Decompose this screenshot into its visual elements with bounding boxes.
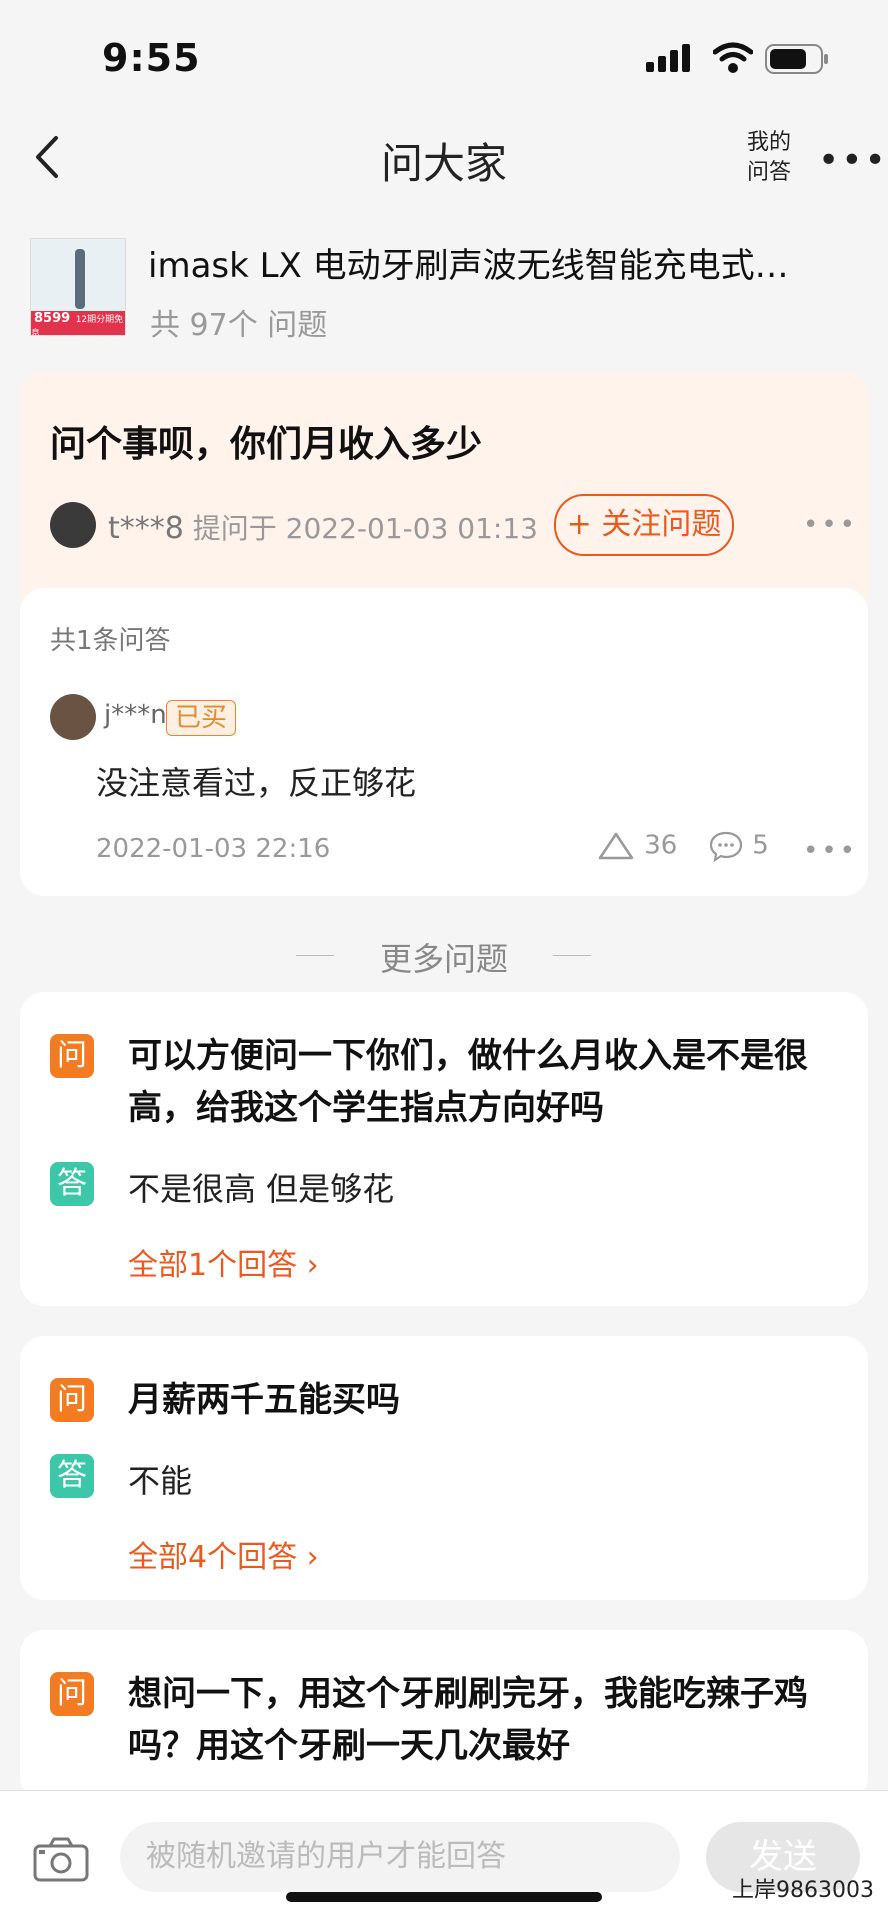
my-qa-label-1: 我的 — [746, 130, 791, 155]
question-card — [20, 372, 868, 602]
answer-input[interactable]: 被随机邀请的用户才能回答 — [120, 1822, 680, 1892]
answerer-avatar[interactable] — [50, 694, 96, 740]
more-question-title: 可以方便问一下你们，做什么月收入是不是很高，给我这个学生指点方向好吗 — [128, 1036, 808, 1128]
comment-button[interactable]: 5 — [708, 830, 769, 863]
camera-icon[interactable] — [32, 1836, 90, 1884]
home-indicator[interactable] — [286, 1892, 602, 1902]
question-count: 共 97个 问题 — [150, 308, 328, 343]
answerer-name[interactable]: j***n — [104, 700, 167, 730]
answer-count: 共1条问答 — [50, 626, 171, 656]
question-badge: 问 — [50, 1672, 94, 1716]
answer-text: 没注意看过，反正够花 — [96, 764, 417, 802]
answer-more-icon[interactable]: ••• — [803, 836, 858, 866]
like-button[interactable]: 36 — [596, 830, 677, 862]
asker-info: t***8 提问于 2022-01-03 01:13 — [108, 507, 538, 547]
question-title: 问个事呗，你们月收入多少 — [50, 424, 483, 465]
like-count: 36 — [644, 830, 678, 861]
bought-badge: 已买 — [166, 700, 237, 736]
wifi-icon — [713, 42, 753, 73]
product-title[interactable]: imask LX 电动牙刷声波无线智能充电式… — [148, 238, 828, 287]
all-answers-label: 全部1个回答 — [128, 1248, 298, 1283]
toothbrush-image — [75, 249, 85, 309]
more-question-title: 月薪两千五能买吗 — [128, 1380, 400, 1420]
status-time: 9:55 — [102, 36, 201, 80]
asked-time: 提问于 2022-01-03 01:13 — [192, 512, 538, 545]
watermark: 上岸9863003 — [732, 1878, 874, 1903]
my-qa-label-2: 问答 — [746, 160, 791, 185]
thumbnail-price: 8599 — [34, 311, 71, 326]
all-answers-link[interactable]: 全部4个回答 › — [128, 1532, 319, 1576]
more-answer-text: 不是很高 但是够花 — [128, 1170, 395, 1208]
more-menu-icon[interactable]: ••• — [818, 140, 888, 181]
comment-icon — [709, 831, 743, 863]
answer-badge: 答 — [50, 1162, 94, 1206]
all-answers-link[interactable]: 全部1个回答 › — [128, 1240, 319, 1284]
divider-right — [553, 955, 591, 956]
asker-name[interactable]: t***8 — [108, 511, 184, 546]
follow-question-button[interactable]: + 关注问题 — [554, 494, 734, 556]
battery-icon — [765, 44, 828, 74]
question-more-icon[interactable]: ••• — [803, 510, 858, 540]
my-qa-button[interactable]: 我的 问答 — [742, 128, 796, 188]
asker-avatar[interactable] — [50, 502, 96, 548]
question-badge: 问 — [50, 1034, 94, 1078]
answer-badge: 答 — [50, 1454, 94, 1498]
all-answers-label: 全部4个回答 — [128, 1540, 298, 1575]
thumbnail-price-band: 8599 12期分期免息 — [31, 311, 125, 335]
product-thumbnail[interactable]: 8599 12期分期免息 — [30, 238, 126, 336]
cellular-signal-icon — [646, 44, 690, 72]
chevron-right-icon: › — [297, 1248, 319, 1283]
more-answer-text: 不能 — [128, 1462, 193, 1500]
thumbs-up-icon — [598, 832, 634, 860]
chevron-right-icon: › — [297, 1540, 319, 1575]
comment-count: 5 — [752, 830, 769, 861]
more-question-title: 想问一下，用这个牙刷刷完牙，我能吃辣子鸡吗？用这个牙刷一天几次最好 — [128, 1674, 808, 1766]
question-badge: 问 — [50, 1378, 94, 1422]
more-questions-label: 更多问题 — [379, 940, 508, 978]
answer-date: 2022-01-03 22:16 — [96, 834, 331, 864]
